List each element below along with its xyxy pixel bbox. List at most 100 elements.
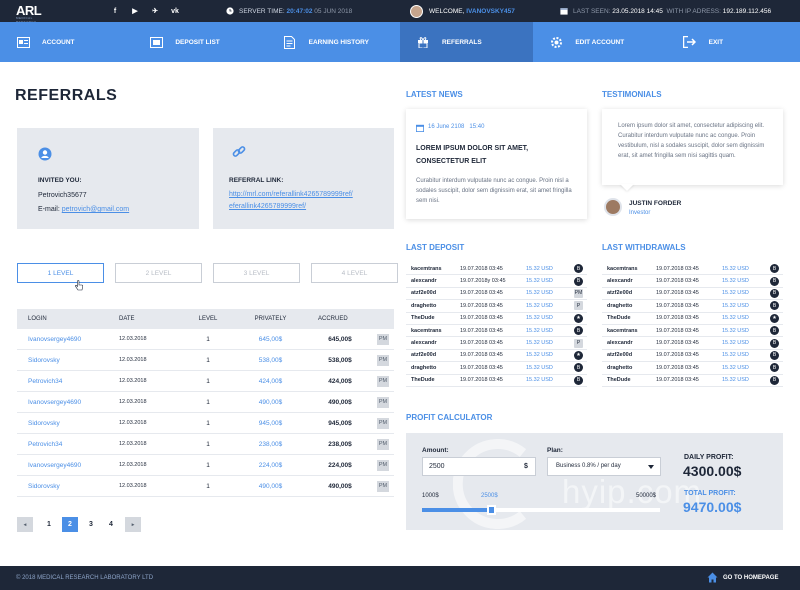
row-login[interactable]: Sidorovsky	[17, 420, 114, 427]
prev-page-button[interactable]: ◂	[17, 517, 33, 532]
hand-cursor-icon	[75, 280, 83, 291]
row-date: 12.03.2018	[119, 462, 147, 468]
nav-edit-account[interactable]: EDIT ACCOUNT	[533, 22, 666, 62]
item-name: draghetto	[411, 302, 437, 309]
payment-system-icon: B	[770, 338, 779, 348]
total-profit-value: 9470.00$	[683, 499, 742, 515]
page-4-button[interactable]: 4	[103, 517, 119, 532]
nav-deposit-list[interactable]: DEPOSIT LIST	[133, 22, 266, 62]
item-amount: 15.32 USD	[722, 302, 749, 309]
item-date: 19.07.2018 03:45	[656, 290, 699, 297]
payment-system-icon: B	[770, 264, 779, 274]
avatar[interactable]	[410, 4, 423, 18]
payment-system-icon: B	[770, 288, 779, 298]
item-date: 19.07.2018 03:45	[460, 352, 503, 359]
slider-fill	[422, 508, 491, 512]
calendar-icon	[560, 8, 568, 15]
slider-handle[interactable]	[487, 505, 496, 515]
item-name: draghetto	[607, 364, 633, 371]
amount-input[interactable]: 2500 $	[422, 457, 536, 476]
perfect-money-icon: PM	[377, 459, 389, 471]
item-amount: 15.32 USD	[526, 302, 553, 309]
row-level: 1	[206, 335, 210, 343]
history-icon	[283, 35, 297, 49]
row-accrued: 424,00$	[328, 377, 352, 385]
page-3-button[interactable]: 3	[83, 517, 99, 532]
row-privately: 224,00$	[258, 461, 283, 469]
tab-level-4[interactable]: 4 LEVEL	[311, 263, 398, 283]
referral-link-line-2[interactable]: eferallink4265789999ref/	[229, 203, 306, 210]
facebook-icon[interactable]: f	[110, 8, 120, 15]
home-icon[interactable]	[707, 572, 718, 583]
tab-level-3[interactable]: 3 LEVEL	[213, 263, 300, 283]
tab-level-2[interactable]: 2 LEVEL	[115, 263, 202, 283]
item-amount: 15.32 USD	[526, 315, 553, 322]
table-row: Ivanovsergey4690 12.03.2018 1 490,00$ 490,00…	[17, 392, 394, 413]
account-icon	[16, 35, 30, 49]
row-login[interactable]: Ivanovsergey4690	[17, 462, 114, 469]
page-2-button[interactable]: 2	[62, 517, 78, 532]
row-date: 12.03.2018	[119, 378, 147, 384]
referral-link-line-1[interactable]: http://mrl.com/referallink4265789999ref/	[229, 191, 353, 198]
logo[interactable]: ARL MEDICAL RESEARCH	[16, 3, 42, 24]
nav-label: EXIT	[708, 39, 724, 46]
profit-calculator-title: PROFIT CALCULATOR	[406, 413, 493, 422]
nav-referrals[interactable]: REFERRALS	[399, 22, 534, 62]
row-privately: 490,00$	[258, 398, 283, 406]
nav-exit[interactable]: EXIT	[667, 22, 800, 62]
nav-account[interactable]: ACCOUNT	[0, 22, 133, 62]
email-link[interactable]: petrovich@gmail.com	[62, 206, 129, 213]
table-row: Petrovich34 12.03.2018 1 238,00$ 238,00$ PM	[17, 434, 394, 455]
list-item: draghetto 19.07.2018 03:45 15.32 USD B	[602, 362, 783, 375]
page-1-button[interactable]: 1	[41, 517, 57, 532]
gift-icon	[416, 35, 430, 49]
daily-profit-value: 4300.00$	[683, 463, 742, 479]
invited-label: INVITED YOU:	[38, 177, 82, 184]
last-seen-label: LAST SEEN:	[573, 7, 611, 15]
row-login[interactable]: Ivanovsergey4690	[17, 399, 114, 406]
row-login[interactable]: Sidorovsky	[17, 483, 114, 490]
nav-earning-history[interactable]: EARNING HISTORY	[267, 22, 400, 62]
tab-level-1[interactable]: 1 LEVEL	[17, 263, 104, 283]
slider-min: 1000$	[422, 493, 439, 499]
news-time: 15:40	[469, 124, 485, 130]
youtube-icon[interactable]: ▶	[130, 7, 140, 15]
row-login[interactable]: Ivanovsergey4690	[17, 336, 114, 343]
item-date: 19.07.2018 03:45	[656, 340, 699, 347]
amount-slider[interactable]	[422, 505, 660, 515]
next-page-button[interactable]: ▸	[125, 517, 141, 532]
item-date: 19.07.2018 03:45	[656, 302, 699, 309]
row-login[interactable]: Sidorovsky	[17, 357, 114, 364]
go-to-homepage-link[interactable]: GO TO HOMEPAGE	[723, 575, 778, 581]
link-icon	[232, 146, 246, 157]
vk-icon[interactable]: vk	[170, 8, 180, 15]
amount-label: Amount:	[422, 447, 449, 454]
plan-select[interactable]: Business 0.8% / per day	[547, 457, 661, 476]
item-amount: 15.32 USD	[722, 327, 749, 334]
testimonial-author: JUSTIN FORDER	[629, 200, 682, 207]
social-links: f ▶ ✈ vk	[110, 0, 190, 22]
invited-card: INVITED YOU: Petrovich35677 E-mail: petr…	[17, 128, 199, 229]
nav-label: EARNING HISTORY	[308, 39, 369, 46]
list-item: alexcandr 19.07.2018 03:45 15.32 USD B	[602, 337, 783, 350]
telegram-icon[interactable]: ✈	[150, 7, 160, 15]
item-date: 19.07.2018y 03:45	[460, 278, 506, 285]
item-date: 19.07.2018 03:45	[656, 327, 699, 334]
slider-max: 50000$	[636, 493, 657, 499]
list-item: TheDude 19.07.2018 03:45 15.32 USD B	[602, 375, 783, 387]
item-amount: 15.32 USD	[722, 290, 749, 297]
perfect-money-icon: PM	[377, 438, 389, 450]
news-headline[interactable]: LOREM IPSUM DOLOR SIT AMET, CONSECTETUR …	[416, 142, 576, 168]
nav-label: EDIT ACCOUNT	[575, 39, 625, 46]
username[interactable]: IVANOVSKY457	[466, 8, 515, 15]
row-accrued: 224,00$	[328, 461, 352, 469]
news-card: 16 June 2108 15:40 LOREM IPSUM DOLOR SIT…	[406, 109, 587, 219]
item-date: 19.07.2018 03:45	[460, 340, 503, 347]
row-login[interactable]: Petrovich34	[17, 378, 114, 385]
clock-icon	[226, 7, 234, 15]
row-login[interactable]: Petrovich34	[17, 441, 114, 448]
item-date: 19.07.2018 03:45	[460, 364, 503, 371]
item-name: kacemtrans	[411, 327, 442, 334]
payment-system-icon: B	[770, 276, 779, 286]
welcome-label: WELCOME,	[429, 7, 465, 15]
